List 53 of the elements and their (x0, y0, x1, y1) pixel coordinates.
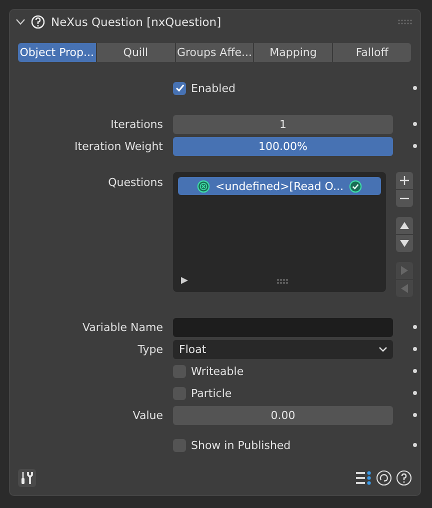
keyframe-dot[interactable] (413, 413, 417, 417)
checkbox[interactable] (173, 82, 186, 94)
input-field[interactable] (173, 318, 393, 336)
field-label: Questions (107, 175, 163, 191)
slider-field[interactable]: 100.00% (173, 136, 393, 156)
chevron-icon[interactable] (16, 19, 25, 25)
checkbox-label[interactable]: Show in Published (191, 438, 291, 452)
tab[interactable]: Mapping (254, 43, 334, 62)
question-icon (196, 180, 210, 192)
drag-handle-icon[interactable] (398, 19, 412, 25)
add-button[interactable] (396, 172, 413, 189)
refresh-icon[interactable] (376, 470, 392, 486)
up-triangle-icon (400, 222, 409, 229)
keyframe-dot[interactable] (413, 347, 417, 351)
move-down-button[interactable] (396, 235, 413, 252)
tab[interactable]: Quill (96, 43, 176, 62)
keyframe-dot[interactable] (413, 369, 417, 373)
down-triangle-icon (400, 240, 409, 247)
number-field[interactable]: 1 (173, 114, 393, 134)
field-label: Iterations (110, 118, 163, 130)
list-icon[interactable] (356, 471, 372, 485)
help-circle-icon[interactable] (396, 470, 412, 486)
chevron-icon (379, 346, 387, 352)
keyframe-dot[interactable] (413, 86, 417, 90)
right-triangle-icon (401, 266, 408, 275)
remove-button[interactable] (396, 190, 413, 207)
dropdown[interactable]: Float (173, 340, 393, 358)
field-label: Type (136, 342, 163, 356)
help-circle-icon (31, 15, 45, 29)
field-label: Variable Name (82, 320, 163, 334)
keyframe-dot[interactable] (413, 443, 417, 447)
check-circle-icon (349, 180, 362, 192)
checkbox-label[interactable]: Enabled (191, 82, 236, 94)
number-field[interactable]: 0.00 (173, 406, 393, 424)
tab[interactable]: Object Prop... (18, 43, 97, 62)
move-up-button[interactable] (396, 217, 413, 234)
plus-icon (400, 176, 409, 185)
field-label: Value (132, 408, 163, 422)
panel-title: NeXus Question [nxQuestion] (51, 15, 222, 29)
resize-grip-icon[interactable] (277, 279, 288, 284)
checkbox-label[interactable]: Particle (191, 386, 232, 400)
keyframe-dot[interactable] (413, 391, 417, 395)
field-label: Iteration Weight (74, 140, 163, 152)
keyframe-dot[interactable] (413, 122, 417, 126)
left-triangle-icon (401, 284, 408, 293)
tools-button[interactable] (18, 469, 36, 487)
expand-triangle-icon[interactable] (181, 277, 188, 284)
keyframe-dot[interactable] (413, 144, 417, 148)
checkbox-label[interactable]: Writeable (191, 364, 244, 378)
tab[interactable]: Groups Affe... (176, 43, 254, 62)
list-item[interactable]: <undefined>[Read O... (178, 177, 381, 195)
tab[interactable]: Falloff (333, 43, 411, 62)
keyframe-dot[interactable] (413, 325, 417, 329)
